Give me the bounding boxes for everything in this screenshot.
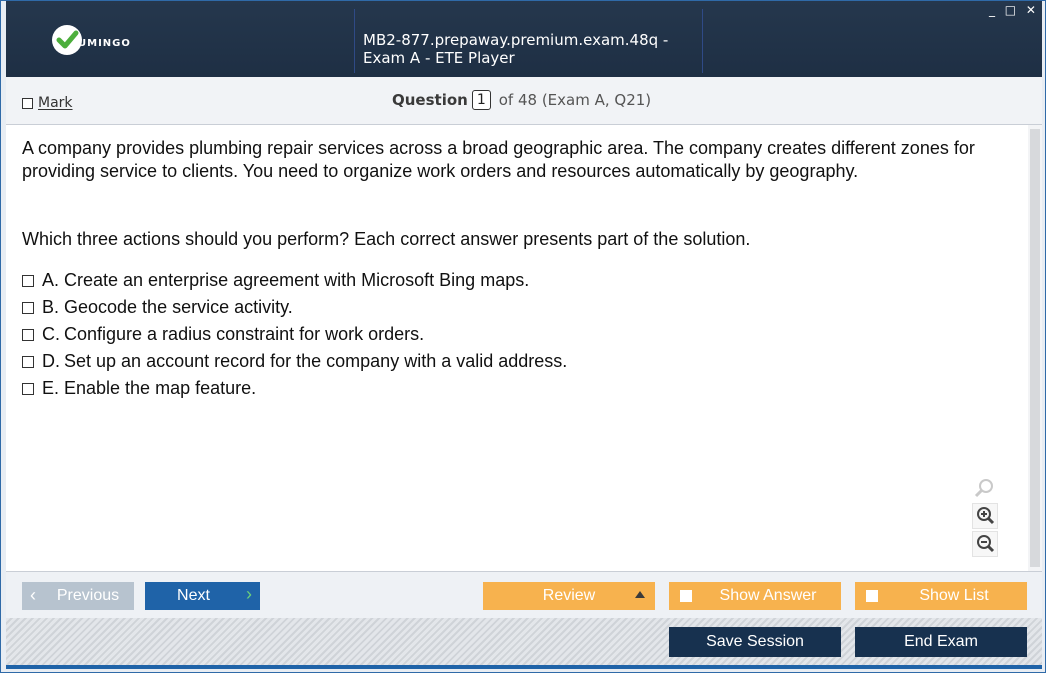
option-text: Geocode the service activity. <box>64 297 293 317</box>
option-letter: E. <box>42 378 60 398</box>
checkbox-icon[interactable] <box>866 590 878 602</box>
footer-bar: Save Session End Exam <box>6 618 1042 665</box>
review-label: Review <box>542 587 596 604</box>
checkbox-icon[interactable] <box>680 590 692 602</box>
review-button[interactable]: Review <box>483 582 655 610</box>
next-button[interactable]: Next › <box>145 582 260 610</box>
checkbox-icon[interactable] <box>22 274 34 287</box>
option-letter: C. <box>42 324 60 344</box>
logo-text: UMINGO <box>78 38 131 49</box>
answer-option-e[interactable]: E. Enable the map feature. <box>22 375 567 402</box>
triangle-up-icon <box>635 591 645 598</box>
magnifier-icon[interactable] <box>972 475 998 501</box>
show-answer-button[interactable]: Show Answer <box>669 582 841 610</box>
end-exam-button[interactable]: End Exam <box>855 627 1027 657</box>
question-total: of 48 (Exam A, Q21) <box>498 91 652 109</box>
app-logo: UMINGO <box>52 25 152 55</box>
show-list-button[interactable]: Show List <box>855 582 1027 610</box>
option-letter: D. <box>42 351 60 371</box>
option-letter: B. <box>42 297 60 317</box>
bottom-accent-line <box>6 665 1042 669</box>
question-prompt: Which three actions should you perform? … <box>22 229 751 249</box>
question-text: A company provides plumbing repair servi… <box>22 138 975 181</box>
mark-checkbox[interactable]: Mark <box>22 95 73 111</box>
window-title: MB2-877.prepaway.premium.exam.48q - Exam… <box>363 31 669 67</box>
previous-button[interactable]: ‹ Previous <box>22 582 134 610</box>
question-number-input[interactable]: 1 <box>471 90 491 110</box>
question-bar: Mark Question 1 of 48 (Exam A, Q21) <box>6 77 1042 125</box>
chevron-left-icon: ‹ <box>30 585 36 605</box>
title-bar: UMINGO MB2-877.prepaway.premium.exam.48q… <box>6 1 1042 77</box>
checkbox-icon[interactable] <box>22 355 34 368</box>
question-content: A company provides plumbing repair servi… <box>6 125 1028 571</box>
answer-options: A. Create an enterprise agreement with M… <box>22 267 567 402</box>
save-session-button[interactable]: Save Session <box>669 627 841 657</box>
checkbox-icon[interactable] <box>22 97 33 109</box>
previous-label: Previous <box>56 587 120 604</box>
navigation-bar: ‹ Previous Next › Review Show Answer Sho… <box>6 571 1042 618</box>
chevron-right-icon: › <box>246 584 252 604</box>
title-separator <box>354 9 355 73</box>
answer-option-a[interactable]: A. Create an enterprise agreement with M… <box>22 267 567 294</box>
mark-label: Mark <box>38 95 73 111</box>
answer-option-c[interactable]: C. Configure a radius constraint for wor… <box>22 321 567 348</box>
checkbox-icon[interactable] <box>22 328 34 341</box>
zoom-out-icon[interactable] <box>972 531 998 557</box>
option-letter: A. <box>42 270 60 290</box>
show-answer-label: Show Answer <box>719 587 817 604</box>
app-window: UMINGO MB2-877.prepaway.premium.exam.48q… <box>0 0 1046 673</box>
checkbox-icon[interactable] <box>22 301 34 314</box>
window-controls[interactable]: _ □ ✕ <box>989 3 1039 17</box>
option-text: Configure a radius constraint for work o… <box>64 324 425 344</box>
answer-option-d[interactable]: D. Set up an account record for the comp… <box>22 348 567 375</box>
option-text: Set up an account record for the company… <box>64 351 568 371</box>
zoom-in-icon[interactable] <box>972 503 998 529</box>
scrollbar-thumb[interactable] <box>1030 129 1040 567</box>
question-counter: Question 1 of 48 (Exam A, Q21) <box>392 90 651 110</box>
vertical-scrollbar[interactable] <box>1028 125 1042 571</box>
checkbox-icon[interactable] <box>22 382 34 395</box>
zoom-controls <box>972 475 1002 559</box>
answer-option-b[interactable]: B. Geocode the service activity. <box>22 294 567 321</box>
show-list-label: Show List <box>919 587 989 604</box>
option-text: Create an enterprise agreement with Micr… <box>64 270 530 290</box>
question-label: Question <box>392 91 468 109</box>
next-label: Next <box>177 587 210 604</box>
option-text: Enable the map feature. <box>64 378 257 398</box>
